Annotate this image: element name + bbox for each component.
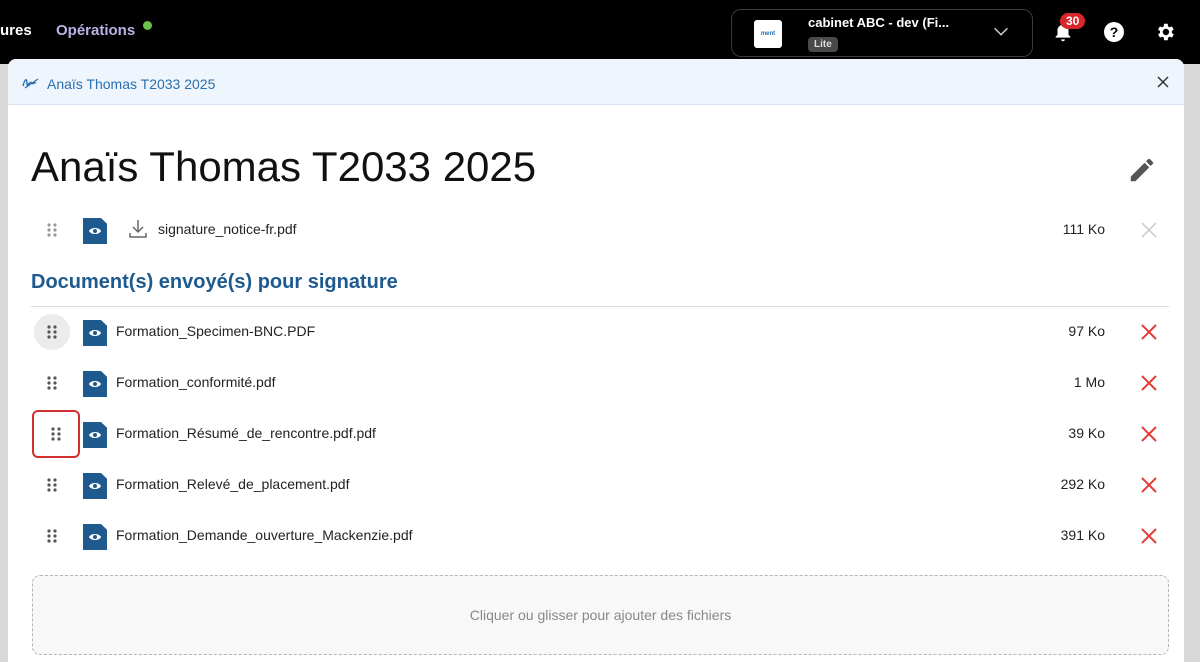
notification-count-badge: 30 bbox=[1060, 13, 1086, 29]
preview-button[interactable] bbox=[83, 218, 107, 244]
preview-button[interactable] bbox=[83, 524, 107, 550]
page-title: Anaïs Thomas T2033 2025 bbox=[31, 143, 537, 190]
notice-file-row: signature_notice-fr.pdf 111 Ko bbox=[8, 208, 1184, 252]
drag-handle[interactable] bbox=[34, 365, 70, 401]
dropzone-label: Cliquer ou glisser pour ajouter des fich… bbox=[469, 607, 732, 623]
file-dropzone[interactable]: Cliquer ou glisser pour ajouter des fich… bbox=[32, 575, 1169, 655]
drag-handle[interactable] bbox=[34, 314, 70, 350]
file-size: 97 Ko bbox=[1068, 323, 1105, 339]
chevron-down-icon[interactable] bbox=[990, 20, 1012, 42]
organization-name: cabinet ABC - dev (Fi... bbox=[808, 15, 950, 30]
file-name[interactable]: Formation_Résumé_de_rencontre.pdf.pdf bbox=[116, 425, 376, 441]
file-row: Formation_Relevé_de_placement.pdf 292 Ko bbox=[8, 463, 1184, 507]
eye-icon bbox=[89, 432, 101, 438]
file-row: Formation_conformité.pdf 1 Mo bbox=[8, 361, 1184, 405]
drag-handle[interactable] bbox=[34, 467, 70, 503]
close-icon[interactable] bbox=[1154, 73, 1172, 91]
preview-button[interactable] bbox=[83, 320, 107, 346]
drag-dots-icon bbox=[51, 427, 61, 441]
file-size: 292 Ko bbox=[1060, 476, 1105, 492]
download-icon[interactable] bbox=[126, 217, 150, 241]
help-icon[interactable]: ? bbox=[1104, 22, 1124, 42]
file-name[interactable]: signature_notice-fr.pdf bbox=[158, 221, 297, 237]
file-size: 1 Mo bbox=[1073, 374, 1105, 390]
preview-button[interactable] bbox=[83, 422, 107, 448]
delete-icon[interactable] bbox=[1139, 475, 1159, 495]
file-row: Formation_Specimen-BNC.PDF 97 Ko bbox=[8, 310, 1184, 354]
plan-badge: Lite bbox=[808, 37, 838, 52]
file-row: Formation_Résumé_de_rencontre.pdf.pdf 39… bbox=[8, 410, 1184, 458]
panel-header-title: Anaïs Thomas T2033 2025 bbox=[47, 76, 216, 92]
file-name[interactable]: Formation_Relevé_de_placement.pdf bbox=[116, 476, 349, 492]
eye-icon bbox=[89, 330, 101, 336]
eye-icon bbox=[89, 381, 101, 387]
panel-header: Anaïs Thomas T2033 2025 bbox=[8, 59, 1184, 105]
file-size: 111 Ko bbox=[1062, 221, 1105, 237]
file-name[interactable]: Formation_Specimen-BNC.PDF bbox=[116, 323, 315, 339]
section-title: Document(s) envoyé(s) pour signature bbox=[31, 271, 398, 293]
drag-dots-icon bbox=[47, 325, 57, 339]
drag-handle[interactable] bbox=[32, 410, 80, 458]
top-bar: ures Opérations ment cabinet ABC - dev (… bbox=[0, 0, 1200, 64]
delete-icon[interactable] bbox=[1139, 526, 1159, 546]
nav-item-operations[interactable]: Opérations bbox=[56, 22, 135, 39]
nav-item-partial[interactable]: ures bbox=[0, 22, 32, 39]
document-panel: Anaïs Thomas T2033 2025 Anaïs Thomas T20… bbox=[8, 59, 1184, 662]
file-row: Formation_Demande_ouverture_Mackenzie.pd… bbox=[8, 514, 1184, 558]
file-size: 391 Ko bbox=[1060, 527, 1105, 543]
drag-dots-icon bbox=[47, 529, 57, 543]
delete-icon[interactable] bbox=[1139, 373, 1159, 393]
preview-button[interactable] bbox=[83, 473, 107, 499]
preview-button[interactable] bbox=[83, 371, 107, 397]
organization-logo: ment bbox=[754, 20, 782, 48]
file-name[interactable]: Formation_conformité.pdf bbox=[116, 374, 276, 390]
eye-icon bbox=[89, 483, 101, 489]
signature-icon bbox=[22, 78, 39, 89]
edit-icon[interactable] bbox=[1127, 155, 1157, 185]
remove-icon[interactable] bbox=[1139, 220, 1159, 240]
file-name[interactable]: Formation_Demande_ouverture_Mackenzie.pd… bbox=[116, 527, 413, 543]
delete-icon[interactable] bbox=[1139, 424, 1159, 444]
organization-selector[interactable]: ment cabinet ABC - dev (Fi... Lite bbox=[731, 9, 1033, 57]
eye-icon bbox=[89, 228, 101, 234]
file-size: 39 Ko bbox=[1068, 425, 1105, 441]
drag-handle[interactable] bbox=[34, 518, 70, 554]
drag-dots-icon bbox=[47, 376, 57, 390]
gear-icon[interactable] bbox=[1154, 21, 1176, 43]
section-divider bbox=[31, 306, 1169, 307]
drag-dots-icon bbox=[47, 223, 57, 237]
delete-icon[interactable] bbox=[1139, 322, 1159, 342]
organization-logo-text: ment bbox=[760, 31, 776, 37]
drag-dots-icon bbox=[47, 478, 57, 492]
drag-handle[interactable] bbox=[34, 212, 70, 248]
eye-icon bbox=[89, 534, 101, 540]
status-dot bbox=[143, 21, 152, 30]
